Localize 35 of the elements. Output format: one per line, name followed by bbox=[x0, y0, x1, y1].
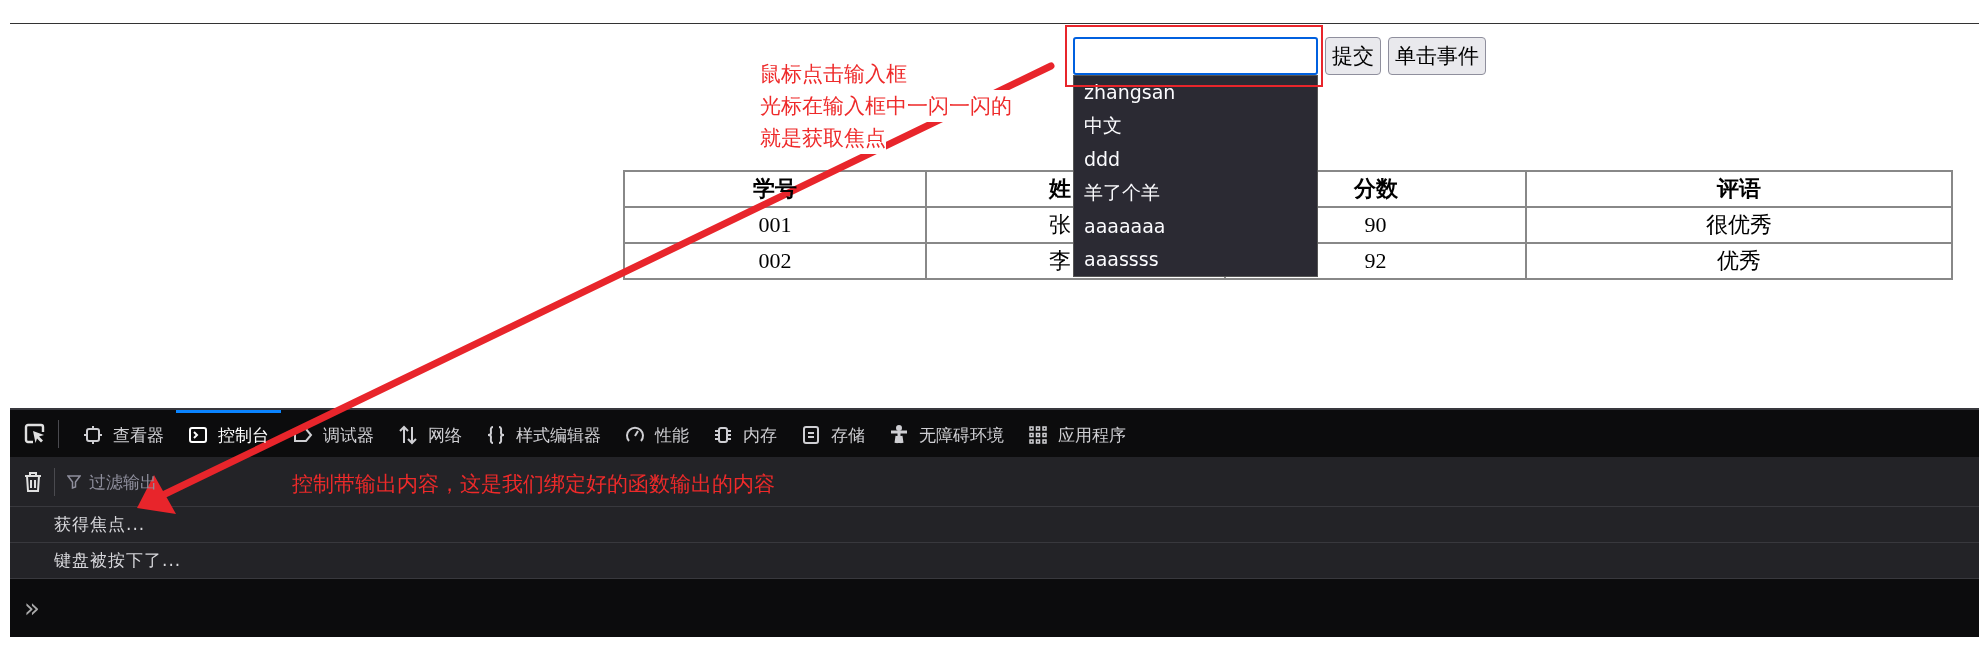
column-header: 评语 bbox=[1526, 171, 1952, 207]
devtools-tab[interactable]: 网络 bbox=[386, 410, 474, 457]
funnel-icon bbox=[67, 474, 81, 489]
autocomplete-option[interactable]: zhangsan bbox=[1074, 76, 1317, 110]
devtools-tab[interactable]: 内存 bbox=[701, 410, 789, 457]
trash-icon[interactable] bbox=[24, 470, 42, 493]
console-prompt[interactable]: » bbox=[24, 593, 40, 623]
table-cell: 002 bbox=[624, 243, 926, 279]
annotation-text: 鼠标点击输入框 光标在输入框中一闪一闪的 就是获取焦点 bbox=[760, 58, 1012, 154]
devtools-tab[interactable]: 查看器 bbox=[71, 410, 176, 457]
memory-icon bbox=[713, 425, 733, 445]
devtools-tab[interactable]: 无障碍环境 bbox=[877, 410, 1016, 457]
pointer-icon[interactable] bbox=[24, 422, 46, 445]
terminal-icon bbox=[188, 425, 208, 445]
devtools-tab[interactable]: 性能 bbox=[613, 410, 701, 457]
devtools-tab[interactable]: 存储 bbox=[789, 410, 877, 457]
devtools-tab[interactable]: 调试器 bbox=[281, 410, 386, 457]
devtools-tab[interactable]: 样式编辑器 bbox=[474, 410, 613, 457]
form-button[interactable]: 提交 bbox=[1325, 37, 1381, 75]
table-cell: 很优秀 bbox=[1526, 207, 1952, 243]
braces-icon bbox=[486, 425, 506, 445]
form-button[interactable]: 单击事件 bbox=[1388, 37, 1486, 75]
autocomplete-option[interactable]: 中文 bbox=[1074, 109, 1317, 143]
cabinet-icon bbox=[801, 425, 821, 445]
person-icon bbox=[889, 425, 909, 445]
table-cell: 001 bbox=[624, 207, 926, 243]
console-message: 键盘被按下了... bbox=[54, 550, 182, 570]
devtools-tab[interactable]: 应用程序 bbox=[1016, 410, 1138, 457]
arrows-icon bbox=[398, 425, 418, 445]
table-cell: 优秀 bbox=[1526, 243, 1952, 279]
chip-icon bbox=[83, 425, 103, 445]
text-input[interactable] bbox=[1073, 37, 1318, 75]
annotation-text: 控制带输出内容，这是我们绑定好的函数输出的内容 bbox=[292, 471, 775, 498]
console-message: 获得焦点... bbox=[54, 514, 146, 534]
grid-icon bbox=[1028, 425, 1048, 445]
